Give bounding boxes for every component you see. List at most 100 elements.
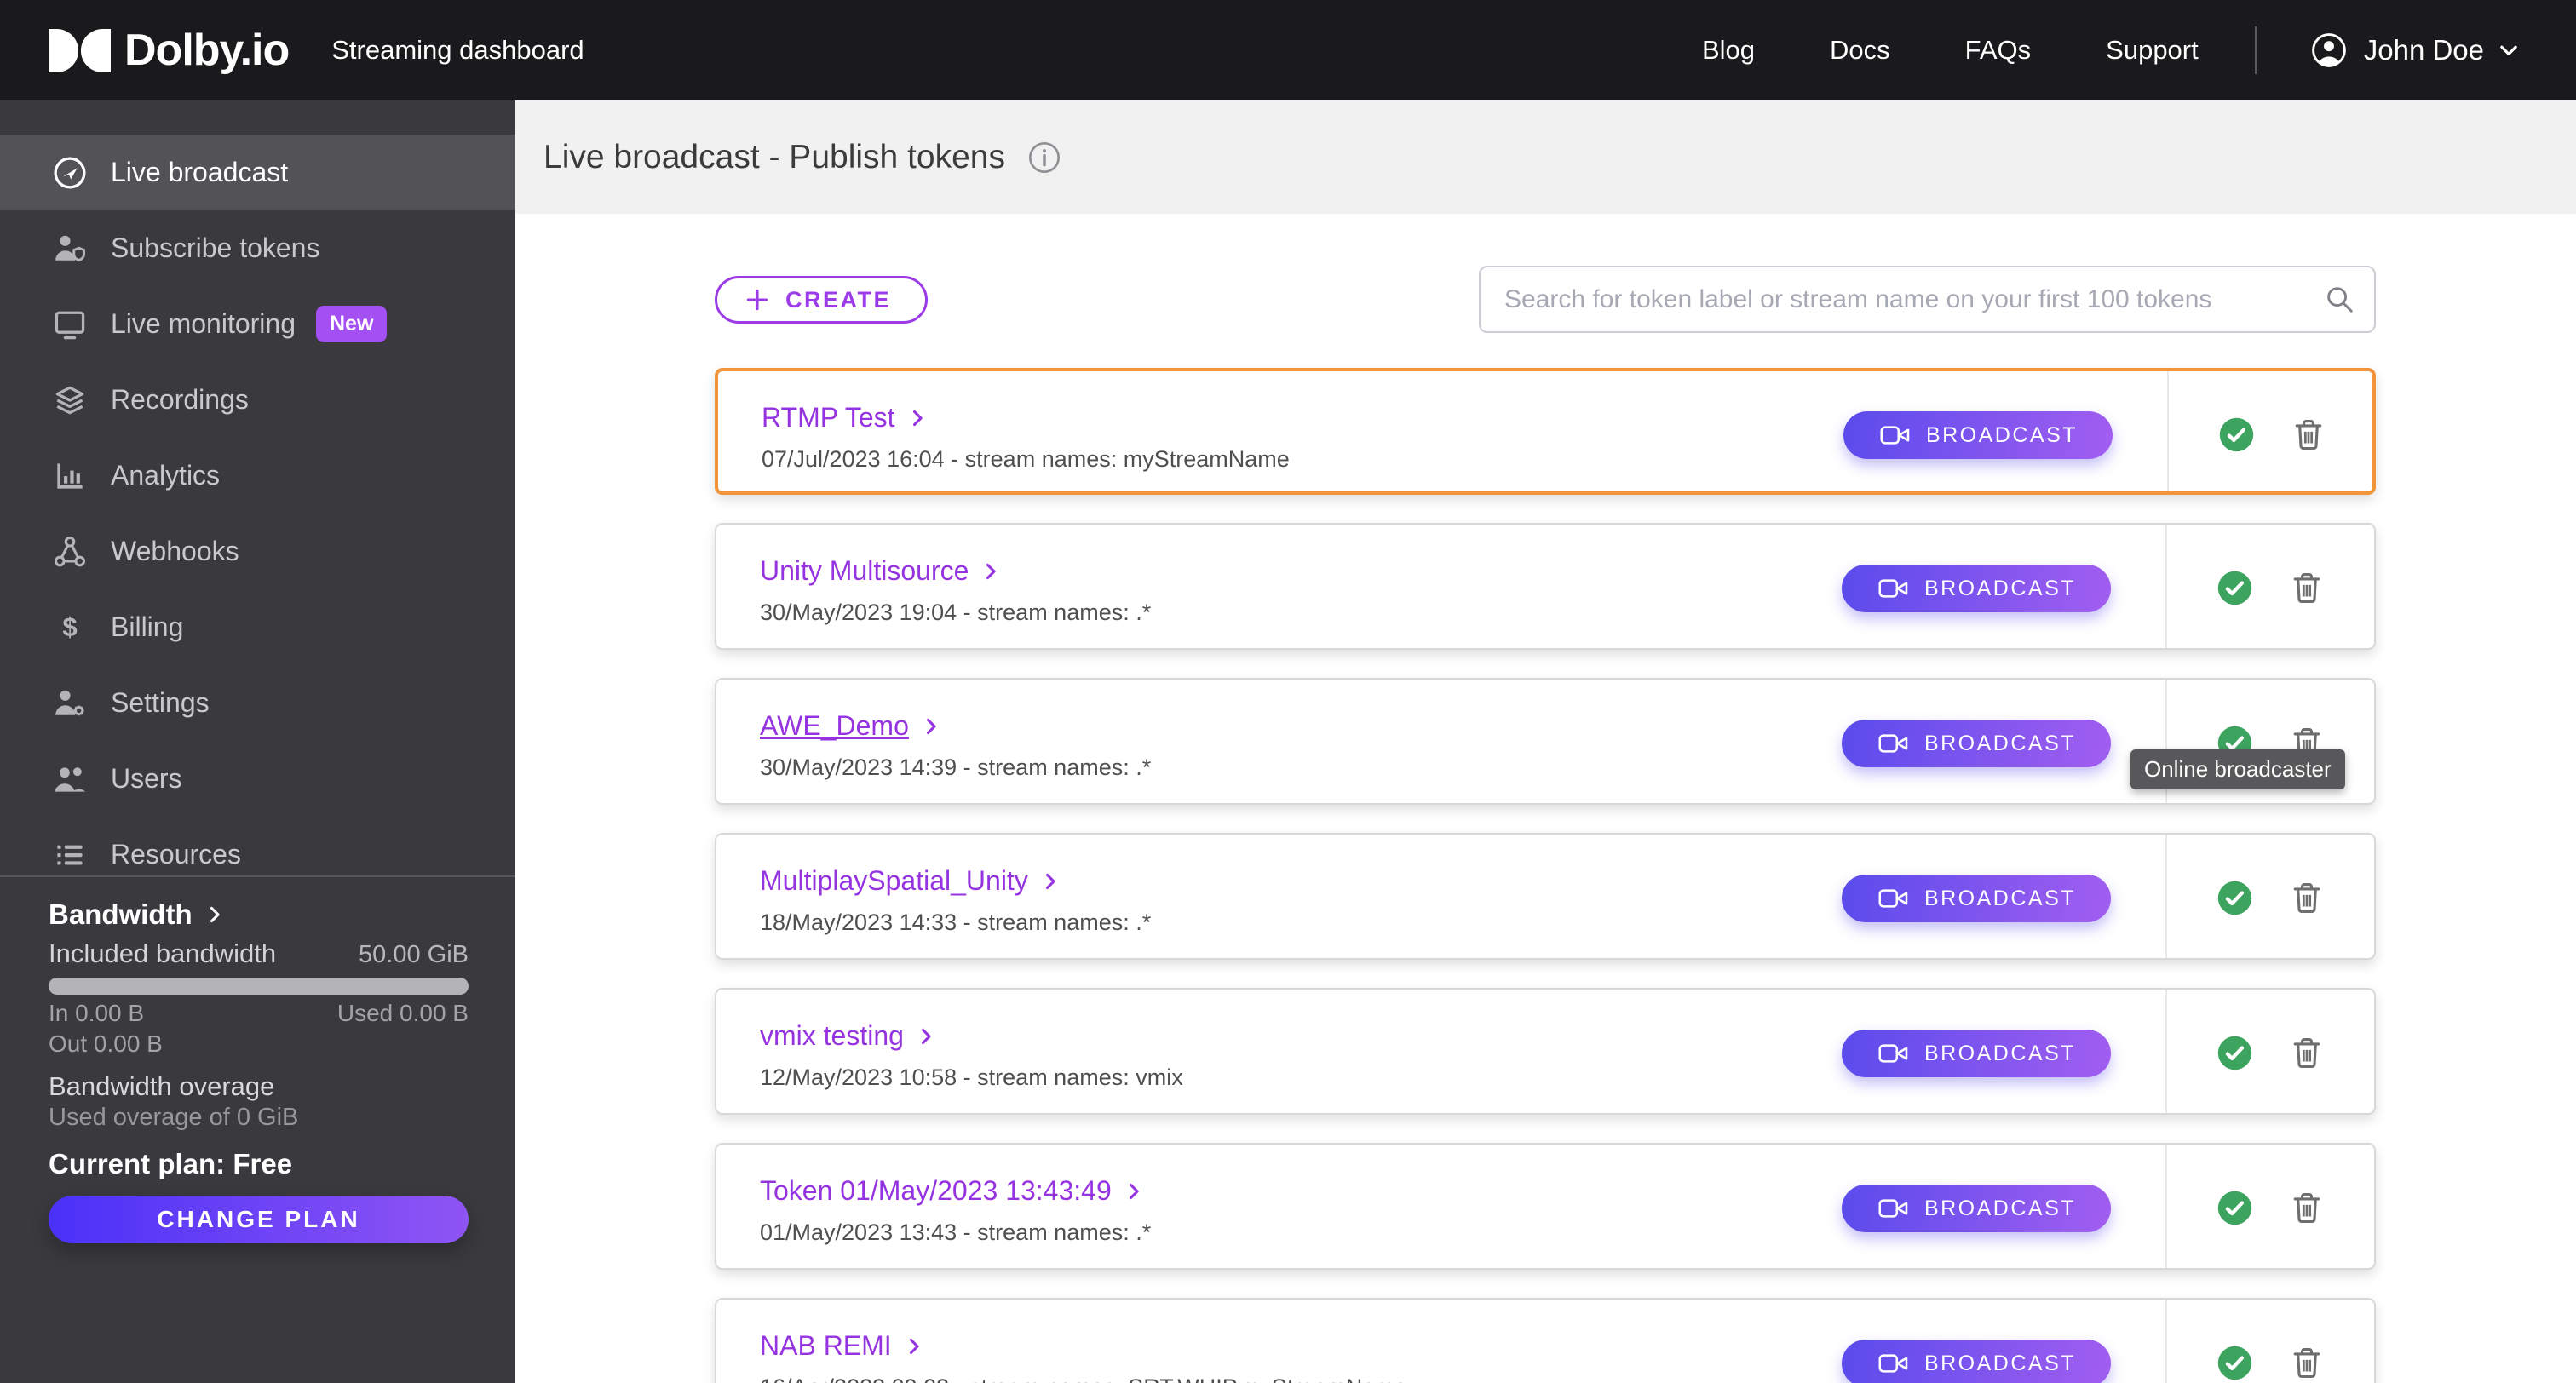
broadcast-button[interactable]: BROADCAST [1843, 411, 2113, 459]
bandwidth-title-label: Bandwidth [49, 898, 193, 930]
bandwidth-used: Used 0.00 B [336, 1000, 469, 1026]
token-name[interactable]: vmix testing [760, 1020, 904, 1052]
token-meta: 30/May/2023 19:04 - stream names: .* [760, 600, 1152, 625]
sidebar-item-live-broadcast[interactable]: Live broadcast [0, 135, 515, 210]
broadcast-button-label: BROADCAST [1923, 1041, 2077, 1065]
sidebar-item-label: Live broadcast [111, 157, 289, 187]
token-meta: 30/May/2023 14:39 - stream names: .* [760, 755, 1152, 780]
broadcast-icon [51, 154, 89, 192]
sidebar-item-users[interactable]: Users [0, 741, 515, 817]
online-status-icon[interactable] [2218, 416, 2255, 453]
new-badge: New [316, 306, 388, 342]
sidebar-item-subscribe-tokens[interactable]: Subscribe tokens [0, 210, 515, 286]
sidebar-item-settings[interactable]: Settings [0, 665, 515, 741]
sidebar-item-resources[interactable]: Resources [0, 817, 515, 892]
header-nav: Blog Docs FAQs Support John Doe [1627, 26, 2576, 74]
broadcast-button[interactable]: BROADCAST [1842, 1030, 2111, 1077]
user-menu[interactable]: John Doe [2309, 31, 2521, 70]
bandwidth-title[interactable]: Bandwidth [49, 898, 469, 932]
top-header: Dolby.io Streaming dashboard Blog Docs F… [0, 0, 2576, 100]
card-divider [2165, 835, 2167, 958]
user-name: John Doe [2363, 34, 2484, 66]
token-name[interactable]: Token 01/May/2023 13:43:49 [760, 1175, 1112, 1207]
token-name[interactable]: MultiplaySpatial_Unity [760, 865, 1028, 897]
nav-link-faqs[interactable]: FAQs [1965, 35, 2032, 66]
included-bandwidth-row: Included bandwidth 50.00 GiB [49, 938, 469, 968]
broadcast-button[interactable]: BROADCAST [1842, 565, 2111, 612]
token-name-link[interactable]: vmix testing [760, 1020, 938, 1052]
chevron-down-icon [2496, 37, 2521, 63]
online-status-icon[interactable] [2217, 880, 2253, 916]
logo-text: Dolby.io [124, 26, 290, 75]
token-card: AWE_Demo 30/May/2023 14:39 - stream name… [715, 678, 2376, 805]
sidebar-item-billing[interactable]: Billing [0, 589, 515, 665]
token-name-link[interactable]: AWE_Demo [760, 710, 943, 742]
video-camera-icon [1877, 1196, 1911, 1221]
included-bandwidth-label: Included bandwidth [49, 938, 277, 968]
sidebar-item-recordings[interactable]: Recordings [0, 362, 515, 438]
delete-token-icon[interactable] [2288, 1032, 2326, 1073]
token-card: RTMP Test 07/Jul/2023 16:04 - stream nam… [715, 368, 2376, 495]
broadcast-button-label: BROADCAST [1923, 731, 2077, 755]
card-divider [2167, 371, 2169, 491]
sidebar-item-live-monitoring[interactable]: Live monitoring New [0, 286, 515, 362]
token-name-link[interactable]: Token 01/May/2023 13:43:49 [760, 1175, 1146, 1207]
sidebar-item-label: Resources [111, 839, 241, 869]
broadcast-button[interactable]: BROADCAST [1842, 1185, 2111, 1232]
card-divider [2165, 1145, 2167, 1268]
sidebar-item-label: Settings [111, 687, 210, 718]
chevron-right-icon [919, 714, 943, 738]
users-icon [51, 760, 89, 798]
token-name-link[interactable]: NAB REMI [760, 1330, 926, 1362]
card-divider [2165, 1300, 2167, 1383]
delete-token-icon[interactable] [2290, 414, 2327, 455]
info-icon[interactable] [1027, 141, 1061, 175]
nav-link-support[interactable]: Support [2106, 35, 2199, 66]
token-name-link[interactable]: MultiplaySpatial_Unity [760, 865, 1062, 897]
nav-link-blog[interactable]: Blog [1702, 35, 1755, 66]
delete-token-icon[interactable] [2288, 567, 2326, 608]
sidebar-item-webhooks[interactable]: Webhooks [0, 514, 515, 589]
sidebar-menu: Live broadcast Subscribe tokens Live mon… [0, 100, 515, 892]
video-camera-icon [1878, 422, 1912, 448]
user-gear-icon [51, 685, 89, 722]
sidebar-divider [0, 875, 515, 877]
token-name[interactable]: RTMP Test [762, 402, 895, 433]
sidebar-item-label: Users [111, 763, 182, 794]
bandwidth-progress-bar [49, 978, 469, 995]
dolby-double-d-icon [49, 28, 111, 72]
online-status-icon[interactable] [2217, 1190, 2253, 1226]
nav-link-docs[interactable]: Docs [1830, 35, 1890, 66]
change-plan-button[interactable]: CHANGE PLAN [49, 1196, 469, 1243]
delete-token-icon[interactable] [2288, 877, 2326, 918]
token-meta: 12/May/2023 10:58 - stream names: vmix [760, 1065, 1183, 1090]
token-name[interactable]: AWE_Demo [760, 710, 909, 742]
broadcast-button[interactable]: BROADCAST [1842, 875, 2111, 922]
webhook-icon [51, 533, 89, 571]
delete-token-icon[interactable] [2288, 1342, 2326, 1383]
video-camera-icon [1877, 886, 1911, 911]
sidebar-item-analytics[interactable]: Analytics [0, 438, 515, 514]
chevron-right-icon [906, 406, 929, 430]
bar-chart-icon [51, 457, 89, 495]
broadcast-button[interactable]: BROADCAST [1842, 1340, 2111, 1383]
avatar-icon [2309, 31, 2349, 70]
chevron-right-icon [1038, 869, 1062, 893]
online-status-icon[interactable] [2217, 570, 2253, 606]
bandwidth-in-used-row: In 0.00 B Used 0.00 B [49, 1000, 469, 1026]
card-divider [2165, 525, 2167, 648]
token-name-link[interactable]: RTMP Test [762, 402, 929, 433]
online-status-icon[interactable] [2217, 1345, 2253, 1381]
token-name-link[interactable]: Unity Multisource [760, 555, 1003, 587]
dolby-logo[interactable]: Dolby.io [49, 25, 290, 76]
online-status-icon[interactable] [2217, 1035, 2253, 1071]
broadcast-button[interactable]: BROADCAST [1842, 720, 2111, 767]
token-name[interactable]: NAB REMI [760, 1330, 892, 1362]
page-title: Live broadcast - Publish tokens [543, 138, 1005, 175]
current-plan-label: Current plan: Free [49, 1148, 293, 1179]
dollar-icon [51, 609, 89, 646]
token-name[interactable]: Unity Multisource [760, 555, 969, 587]
broadcast-button-label: BROADCAST [1923, 576, 2077, 600]
subscribe-tokens-icon [51, 230, 89, 267]
delete-token-icon[interactable] [2288, 1187, 2326, 1228]
